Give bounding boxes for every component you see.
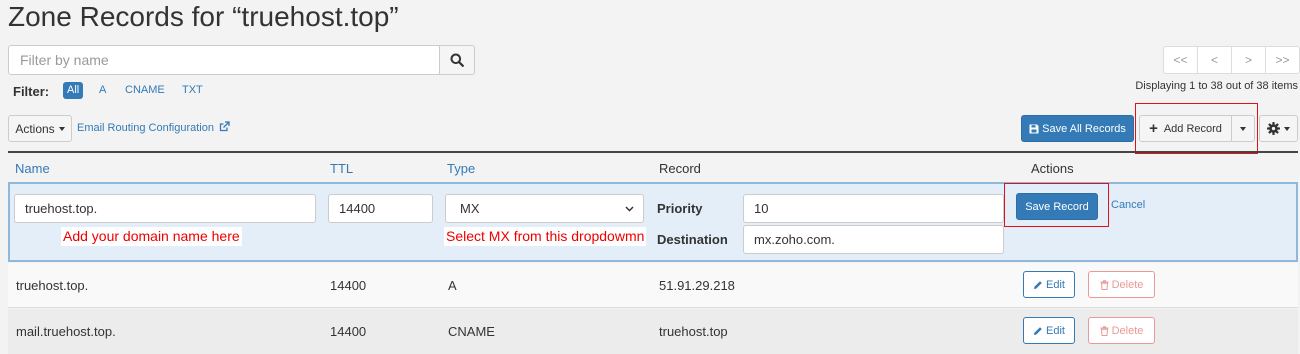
type-select[interactable]: MX — [445, 194, 644, 223]
delete-button[interactable]: Delete — [1088, 271, 1155, 298]
priority-field[interactable]: 10 — [743, 194, 1004, 223]
delete-label: Delete — [1111, 324, 1144, 337]
pencil-icon — [1034, 280, 1042, 289]
email-routing-link[interactable]: Email Routing Configuration — [77, 121, 230, 134]
pagination-summary: Displaying 1 to 38 out of 38 items — [1135, 80, 1298, 92]
email-routing-label: Email Routing Configuration — [77, 122, 214, 134]
row-name: truehost.top. — [16, 278, 89, 293]
actions-dropdown-button[interactable]: Actions — [8, 115, 72, 142]
save-record-highlight — [1004, 183, 1109, 227]
search-button[interactable] — [439, 45, 475, 75]
name-field-hint: Add your domain name here — [61, 227, 242, 246]
column-header-actions: Actions — [1031, 161, 1074, 176]
search-icon — [450, 53, 464, 67]
priority-label: Priority — [657, 201, 703, 216]
row-name: mail.truehost.top. — [16, 324, 116, 339]
ttl-field[interactable]: 14400 — [328, 194, 433, 223]
row-record: truehost.top — [659, 324, 728, 339]
caret-down-icon — [58, 126, 65, 131]
trash-icon — [1100, 279, 1109, 290]
filter-txt[interactable]: TXT — [178, 82, 207, 99]
page-last-button[interactable]: >> — [1265, 46, 1300, 74]
destination-label: Destination — [657, 232, 728, 247]
column-header-name[interactable]: Name — [15, 161, 50, 176]
page-prev-button[interactable]: < — [1197, 46, 1232, 74]
name-field[interactable]: truehost.top. — [14, 194, 316, 223]
save-all-records-label: Save All Records — [1042, 122, 1126, 135]
page-first-button[interactable]: << — [1163, 46, 1198, 74]
caret-down-icon — [1284, 126, 1290, 131]
external-link-icon — [219, 121, 230, 132]
column-header-type[interactable]: Type — [447, 161, 475, 176]
row-record: 51.91.29.218 — [659, 278, 735, 293]
destination-field[interactable]: mx.zoho.com. — [743, 225, 1004, 254]
pagination: << < > >> — [1163, 46, 1300, 74]
column-header-record: Record — [659, 161, 701, 176]
type-select-value: MX — [460, 201, 480, 216]
page-title: Zone Records for “truehost.top” — [8, 1, 399, 32]
gear-icon — [1267, 122, 1280, 135]
filter-cname[interactable]: CNAME — [121, 82, 169, 99]
edit-button[interactable]: Edit — [1023, 271, 1075, 298]
trash-icon — [1100, 325, 1109, 336]
table-header-divider — [8, 151, 1298, 153]
edit-label: Edit — [1046, 324, 1065, 337]
cancel-link[interactable]: Cancel — [1111, 199, 1145, 211]
column-header-ttl[interactable]: TTL — [330, 161, 353, 176]
delete-button[interactable]: Delete — [1088, 317, 1155, 344]
actions-label: Actions — [15, 121, 55, 136]
page-next-button[interactable]: > — [1231, 46, 1266, 74]
filter-a[interactable]: A — [95, 82, 110, 99]
filter-all[interactable]: All — [63, 82, 84, 99]
floppy-disk-icon — [1029, 124, 1039, 133]
delete-label: Delete — [1111, 278, 1144, 291]
row-type: A — [448, 278, 457, 293]
edit-button[interactable]: Edit — [1023, 317, 1075, 344]
save-all-records-button[interactable]: Save All Records — [1021, 115, 1134, 142]
row-type: CNAME — [448, 324, 495, 339]
chevron-down-icon — [625, 205, 634, 212]
search-input[interactable] — [8, 45, 440, 75]
pencil-icon — [1034, 326, 1042, 335]
type-field-hint: Select MX from this dropdowmn — [444, 227, 647, 246]
filter-label: Filter: — [13, 84, 50, 99]
add-record-highlight — [1135, 103, 1258, 154]
row-ttl: 14400 — [330, 324, 367, 339]
row-ttl: 14400 — [330, 278, 367, 293]
settings-dropdown-button[interactable] — [1259, 115, 1298, 142]
edit-label: Edit — [1046, 278, 1065, 291]
